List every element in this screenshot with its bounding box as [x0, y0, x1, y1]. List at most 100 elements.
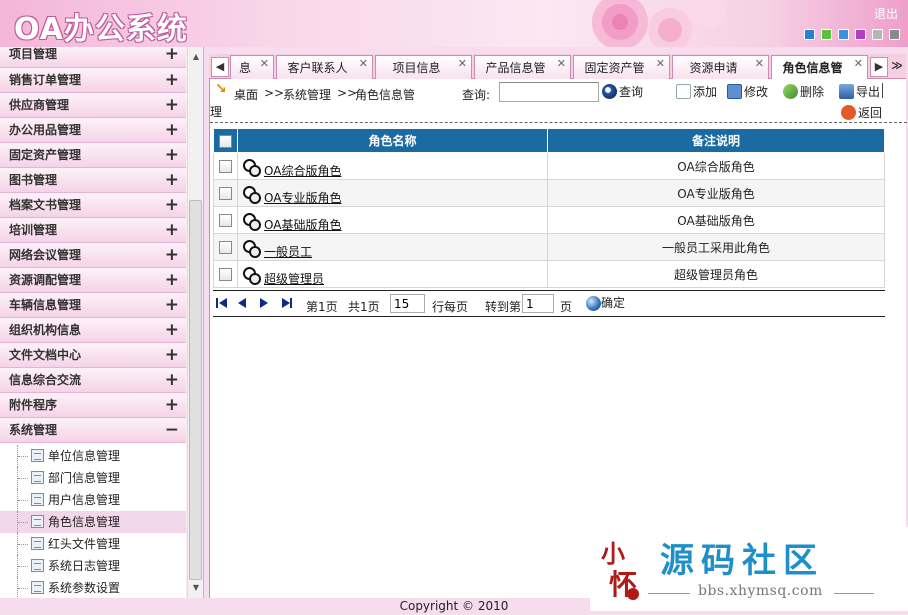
- menu-item-attachments[interactable]: 附件程序 +: [0, 393, 186, 418]
- edit-button[interactable]: 修改: [727, 83, 768, 100]
- sub-item-role-info[interactable]: 角色信息管理: [0, 511, 186, 533]
- scroll-down-icon[interactable]: ▼: [188, 580, 204, 596]
- tab-info[interactable]: 息 ✕: [230, 55, 274, 79]
- tab-customer-contacts[interactable]: 客户联系人 ✕: [276, 55, 373, 79]
- role-name-link[interactable]: OA基础版角色: [264, 218, 341, 232]
- role-name-link[interactable]: 一般员工: [264, 245, 312, 259]
- row-checkbox[interactable]: [219, 187, 232, 200]
- row-checkbox[interactable]: [219, 268, 232, 281]
- prev-page-icon[interactable]: [238, 297, 250, 309]
- row-checkbox[interactable]: [219, 214, 232, 227]
- tab-resource-request[interactable]: 资源申请 ✕: [672, 55, 769, 79]
- watermark-seal-logo: 小 怀: [601, 539, 639, 601]
- tab-scroll-right-icon[interactable]: ▶: [870, 57, 888, 77]
- next-page-icon[interactable]: [260, 297, 272, 309]
- rose-decoration: [592, 0, 726, 47]
- add-button[interactable]: 添加: [676, 83, 717, 100]
- expand-icon: +: [164, 195, 179, 215]
- close-icon[interactable]: ✕: [359, 51, 368, 76]
- page-unit-label: 页: [560, 300, 573, 314]
- rows-per-page-input[interactable]: [390, 294, 425, 313]
- select-all-checkbox[interactable]: [219, 134, 232, 148]
- skin-blue-swatch[interactable]: [804, 29, 815, 40]
- sub-item-label: 部门信息管理: [48, 471, 121, 485]
- skin-lightblue-swatch[interactable]: [838, 29, 849, 40]
- menu-item-project[interactable]: 项目管理 +: [0, 47, 186, 68]
- remark-cell: OA综合版角色: [547, 152, 885, 180]
- skin-gray-swatch[interactable]: [872, 29, 883, 40]
- sub-item-unit-info[interactable]: 单位信息管理: [0, 445, 186, 467]
- close-icon[interactable]: ✕: [854, 51, 863, 76]
- role-name-link[interactable]: 超级管理员: [264, 272, 324, 286]
- role-name-link[interactable]: OA综合版角色: [264, 164, 341, 178]
- menu-item-office-supplies[interactable]: 办公用品管理 +: [0, 118, 186, 143]
- close-icon[interactable]: ✕: [656, 51, 665, 76]
- tree-line: [17, 467, 29, 489]
- tab-product-info[interactable]: 产品信息管 ✕: [474, 55, 571, 79]
- pager-top-divider: [213, 290, 885, 291]
- menu-item-archives[interactable]: 档案文书管理 +: [0, 193, 186, 218]
- menu-item-supplier[interactable]: 供应商管理 +: [0, 93, 186, 118]
- menu-item-organization[interactable]: 组织机构信息 +: [0, 318, 186, 343]
- sub-item-system-params[interactable]: 系统参数设置: [0, 577, 186, 598]
- export-button[interactable]: 导出: [839, 83, 880, 100]
- menu-item-training[interactable]: 培训管理 +: [0, 218, 186, 243]
- scroll-up-icon[interactable]: ▲: [188, 49, 204, 65]
- menu-item-info-exchange[interactable]: 信息综合交流 +: [0, 368, 186, 393]
- close-icon[interactable]: ✕: [260, 51, 269, 76]
- menu-item-books[interactable]: 图书管理 +: [0, 168, 186, 193]
- menu-item-label: 车辆信息管理: [9, 298, 82, 312]
- tab-menu-chevron-icon[interactable]: ≫: [888, 57, 906, 77]
- menu-item-resources[interactable]: 资源调配管理 +: [0, 268, 186, 293]
- remark-cell: OA基础版角色: [547, 206, 885, 234]
- tab-role-info[interactable]: 角色信息管 ✕: [771, 55, 868, 79]
- menu-item-label: 文件文档中心: [9, 348, 82, 362]
- row-checkbox[interactable]: [219, 241, 232, 254]
- skin-green-swatch[interactable]: [821, 29, 832, 40]
- menu-item-sales-order[interactable]: 销售订单管理 +: [0, 68, 186, 93]
- document-icon: [31, 471, 44, 484]
- role-name-cell: 超级管理员: [237, 260, 548, 288]
- tab-scroll-left-icon[interactable]: ◀: [211, 57, 229, 77]
- sub-item-user-info[interactable]: 用户信息管理: [0, 489, 186, 511]
- scrollbar-thumb[interactable]: [189, 200, 202, 580]
- tree-line: [17, 577, 29, 598]
- first-page-icon[interactable]: [216, 297, 228, 309]
- goto-ok-button[interactable]: 确定: [586, 294, 625, 311]
- tab-fixed-assets[interactable]: 固定资产管 ✕: [573, 55, 670, 79]
- delete-button[interactable]: 删除: [783, 83, 824, 100]
- back-button[interactable]: 返回: [841, 104, 882, 121]
- close-icon[interactable]: ✕: [557, 51, 566, 76]
- menu-item-system[interactable]: 系统管理 −: [0, 418, 186, 443]
- menu-item-documents[interactable]: 文件文档中心 +: [0, 343, 186, 368]
- sidebar-scrollbar[interactable]: ▲ ▼: [187, 47, 203, 598]
- sub-item-system-log[interactable]: 系统日志管理: [0, 555, 186, 577]
- skin-darkgray-swatch[interactable]: [889, 29, 900, 40]
- logout-link[interactable]: 退出: [874, 5, 898, 22]
- menu-item-fixed-assets[interactable]: 固定资产管理 +: [0, 143, 186, 168]
- last-page-icon[interactable]: [282, 297, 294, 309]
- goto-page-input[interactable]: [522, 294, 554, 313]
- menu-item-vehicles[interactable]: 车辆信息管理 +: [0, 293, 186, 318]
- tab-project-info[interactable]: 项目信息 ✕: [375, 55, 472, 79]
- close-icon[interactable]: ✕: [755, 51, 764, 76]
- role-icon: [242, 158, 261, 177]
- rows-per-page-label: 行每页: [432, 300, 469, 314]
- breadcrumb-system[interactable]: 系统管理: [283, 86, 331, 103]
- tab-bar: ◀ 息 ✕ 客户联系人 ✕ 项目信息 ✕ 产品信息管 ✕ 固定资产管 ✕ 资源申请 ✕ 角色…: [209, 54, 906, 79]
- role-name-cell: OA基础版角色: [237, 206, 548, 234]
- expand-icon: +: [164, 345, 179, 365]
- expand-icon: +: [164, 95, 179, 115]
- role-name-link[interactable]: OA专业版角色: [264, 191, 341, 205]
- close-icon[interactable]: ✕: [458, 51, 467, 76]
- search-input[interactable]: [499, 82, 599, 102]
- search-button[interactable]: 查询: [602, 83, 643, 100]
- sub-item-department-info[interactable]: 部门信息管理: [0, 467, 186, 489]
- menu-item-web-meeting[interactable]: 网络会议管理 +: [0, 243, 186, 268]
- expand-icon: +: [164, 220, 179, 240]
- sub-item-red-header-files[interactable]: 红头文件管理: [0, 533, 186, 555]
- skin-purple-swatch[interactable]: [855, 29, 866, 40]
- breadcrumb-desktop[interactable]: 桌面: [234, 86, 258, 103]
- row-checkbox[interactable]: [219, 160, 232, 173]
- document-icon: [31, 559, 44, 572]
